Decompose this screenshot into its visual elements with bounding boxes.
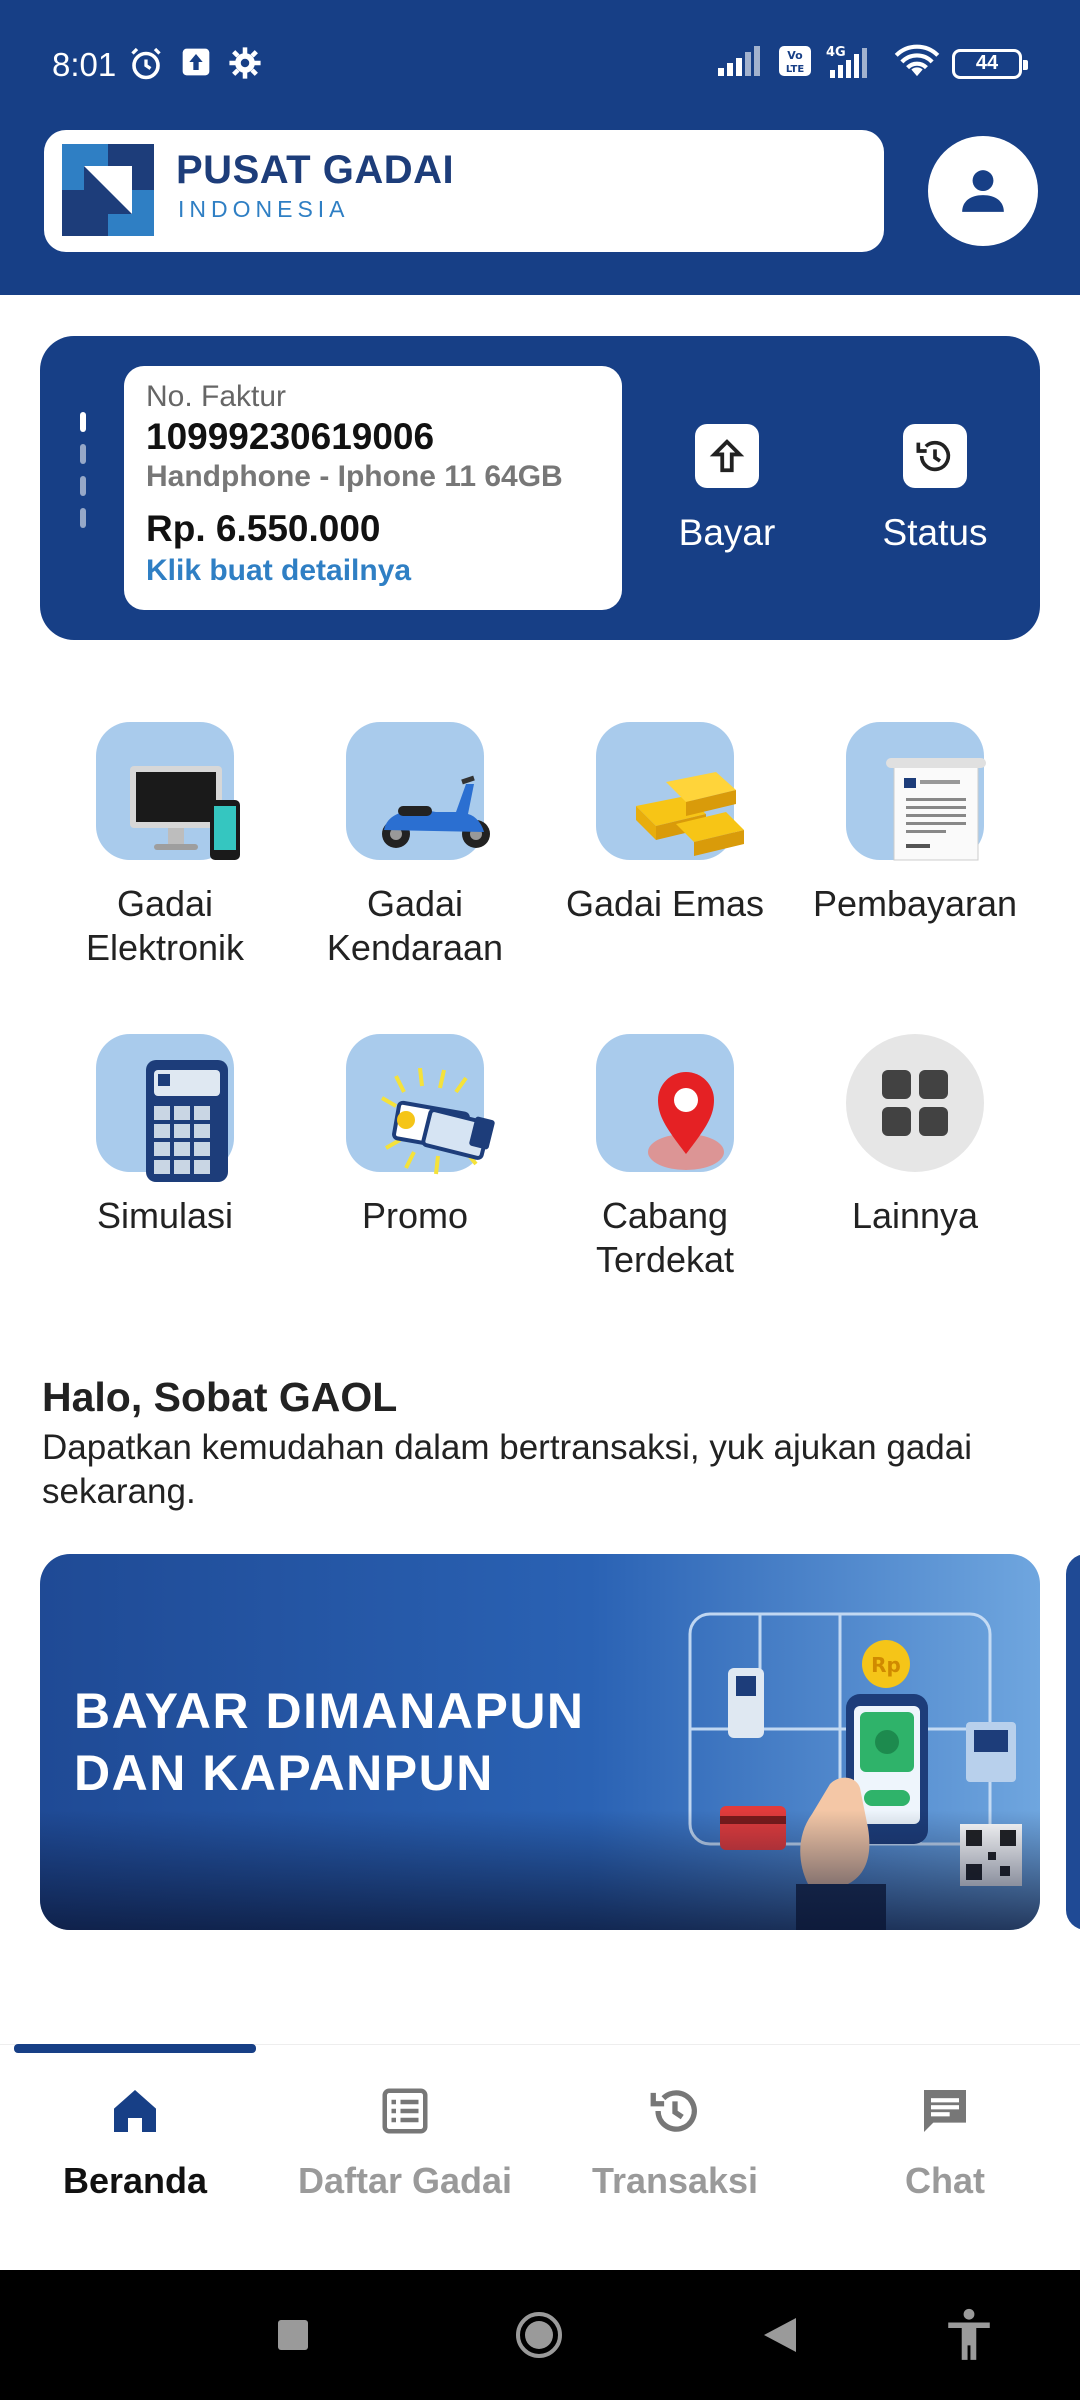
- status-time: 8:01: [52, 46, 117, 83]
- svg-text:LTE: LTE: [786, 64, 805, 75]
- gold-bars-icon: [596, 722, 744, 860]
- status-button[interactable]: Status: [865, 424, 1005, 554]
- accessibility-icon[interactable]: [944, 2308, 994, 2362]
- receipt-icon: [846, 722, 986, 861]
- battery-indicator: 44: [952, 48, 1028, 79]
- brand-subtitle: INDONESIA: [178, 196, 350, 222]
- menu-gadai-kendaraan[interactable]: Gadai Kendaraan: [290, 722, 540, 970]
- invoice-amount: Rp. 6.550.000: [146, 508, 381, 549]
- arrow-up-icon: [695, 424, 759, 488]
- user-icon: [962, 170, 1004, 212]
- home-button-icon[interactable]: [514, 2310, 564, 2360]
- banner-line-2: DAN KAPANPUN: [74, 1745, 494, 1801]
- history-icon: [540, 2076, 810, 2146]
- svg-text:4G: 4G: [826, 45, 846, 60]
- menu-simulasi[interactable]: Simulasi: [40, 1034, 290, 1238]
- next-banner-peek[interactable]: [1066, 1554, 1080, 1930]
- brand-title: PUSAT GADAI: [176, 148, 455, 192]
- network-4g-icon: 4G: [824, 44, 882, 83]
- menu-label: Promo: [361, 1195, 469, 1236]
- status-right: Vo LTE 4G 44: [718, 44, 1028, 83]
- menu-label: Gadai Elektronik: [85, 883, 245, 968]
- electronics-icon: [96, 722, 240, 860]
- menu-label: Lainnya: [851, 1195, 979, 1236]
- recents-icon[interactable]: [276, 2318, 310, 2352]
- invoice-pager: [80, 412, 86, 562]
- menu-label: Simulasi: [96, 1195, 234, 1236]
- scooter-icon: [346, 722, 490, 860]
- menu-gadai-emas[interactable]: Gadai Emas: [540, 722, 790, 926]
- promo-banner[interactable]: BAYAR DIMANAPUN DAN KAPANPUN Rp: [40, 1554, 1040, 1930]
- banner-line-1: BAYAR DIMANAPUN: [74, 1683, 585, 1739]
- system-navigation-bar: [0, 2270, 1080, 2400]
- svg-text:Rp: Rp: [871, 1653, 901, 1677]
- tab-beranda[interactable]: Beranda: [0, 2076, 270, 2202]
- tab-label: Daftar Gadai: [297, 2160, 513, 2201]
- promo-tickets-icon: [346, 1034, 495, 1175]
- brand-logo-icon: [62, 144, 154, 236]
- signal-icon: [718, 46, 766, 81]
- alarm-icon: [128, 46, 164, 87]
- active-tab-indicator: [14, 2044, 256, 2053]
- menu-pembayaran[interactable]: Pembayaran: [790, 722, 1040, 926]
- profile-button[interactable]: [928, 136, 1038, 246]
- home-icon: [0, 2076, 270, 2146]
- invoice-item: Handphone - Iphone 11 64GB: [146, 460, 563, 493]
- tab-transaksi[interactable]: Transaksi: [540, 2076, 810, 2202]
- calculator-icon: [96, 1034, 234, 1182]
- invoice-detail-link[interactable]: Klik buat detailnya: [146, 554, 600, 588]
- tab-label: Beranda: [62, 2160, 208, 2201]
- banner-headline: BAYAR DIMANAPUN DAN KAPANPUN: [74, 1680, 585, 1804]
- menu-label: Pembayaran: [812, 883, 1018, 924]
- list-icon: [270, 2076, 540, 2146]
- location-pin-icon: [596, 1034, 734, 1172]
- chat-icon: [810, 2076, 1080, 2146]
- menu-gadai-elektronik[interactable]: Gadai Elektronik: [40, 722, 290, 970]
- pay-button[interactable]: Bayar: [657, 424, 797, 554]
- brand-logo-box: PUSAT GADAI INDONESIA: [44, 130, 884, 252]
- volte-icon: Vo LTE: [778, 45, 812, 82]
- history-icon: [903, 424, 967, 488]
- tab-chat[interactable]: Chat: [810, 2076, 1080, 2202]
- menu-label: Cabang Terdekat: [595, 1195, 735, 1280]
- upload-icon: [180, 46, 212, 83]
- menu-cabang-terdekat[interactable]: Cabang Terdekat: [540, 1034, 790, 1282]
- menu-label: Gadai Kendaraan: [326, 883, 504, 968]
- back-icon[interactable]: [762, 2316, 798, 2354]
- invoice-detail-card[interactable]: No. Faktur 10999230619006 Handphone - Ip…: [124, 366, 622, 610]
- invoice-number: 10999230619006: [146, 416, 435, 457]
- tab-daftar-gadai[interactable]: Daftar Gadai: [270, 2076, 540, 2202]
- status-label: Status: [882, 512, 988, 553]
- menu-promo[interactable]: Promo: [290, 1034, 540, 1238]
- tab-label: Chat: [905, 2160, 985, 2201]
- tab-label: Transaksi: [591, 2160, 759, 2201]
- svg-text:Vo: Vo: [787, 49, 803, 62]
- banner-shade: [40, 1810, 1040, 1930]
- grid-icon: [846, 1034, 984, 1172]
- invoice-label: No. Faktur: [146, 380, 287, 413]
- menu-label: Gadai Emas: [565, 883, 765, 924]
- pay-label: Bayar: [678, 512, 776, 553]
- wifi-icon: [894, 44, 940, 83]
- status-bar: 8:01 Vo LTE 4G 44: [0, 0, 1080, 130]
- settings-icon: [228, 46, 262, 85]
- menu-lainnya[interactable]: Lainnya: [790, 1034, 1040, 1238]
- greeting-title: Halo, Sobat GAOL: [42, 1374, 398, 1420]
- greeting-text: Dapatkan kemudahan dalam bertransaksi, y…: [42, 1428, 973, 1511]
